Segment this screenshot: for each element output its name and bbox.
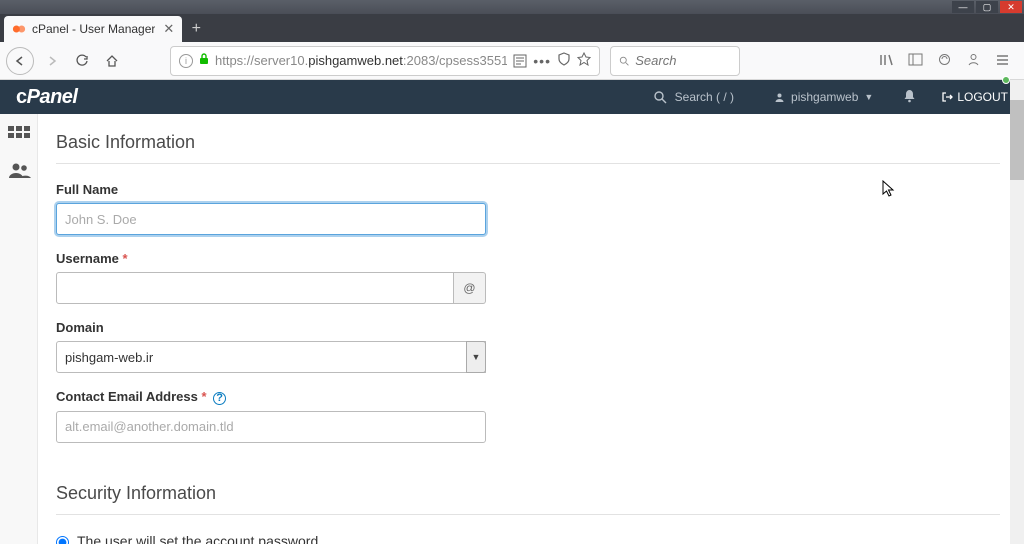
divider [56, 163, 1000, 164]
lock-icon [199, 53, 209, 68]
scrollbar-thumb[interactable] [1010, 100, 1024, 180]
url-text: https://server10.pishgamweb.net:2083/cps… [215, 53, 507, 68]
help-icon[interactable]: ? [213, 392, 226, 405]
user-icon [774, 92, 785, 103]
domain-select[interactable]: pishgam-web.ir [56, 341, 486, 373]
shield-icon[interactable] [557, 52, 571, 69]
search-icon [619, 55, 629, 67]
chevron-down-icon[interactable]: ▼ [466, 341, 486, 373]
tab-title: cPanel - User Manager [32, 22, 155, 36]
domain-value: pishgam-web.ir [65, 350, 153, 365]
divider [56, 514, 1000, 515]
apps-grid-icon[interactable] [8, 126, 30, 144]
logout-label: LOGOUT [957, 90, 1008, 104]
search-icon [654, 91, 667, 104]
reload-button[interactable] [70, 49, 94, 73]
browser-search-input[interactable] [635, 53, 731, 68]
email-label: Contact Email Address * ? [56, 389, 486, 405]
full-name-input[interactable] [56, 203, 486, 235]
tab-close-icon[interactable]: ✕ [163, 21, 174, 37]
chevron-down-icon: ▼ [864, 92, 873, 102]
bookmark-star-icon[interactable] [577, 52, 591, 69]
logout-icon [941, 91, 953, 103]
domain-label: Domain [56, 320, 486, 335]
basic-info-title: Basic Information [56, 132, 1000, 153]
logout-button[interactable]: LOGOUT [941, 90, 1008, 104]
menu-icon[interactable] [995, 52, 1010, 70]
new-tab-button[interactable]: + [182, 16, 210, 42]
window-close-button[interactable]: ✕ [1000, 1, 1022, 13]
account-icon[interactable] [966, 52, 981, 70]
scrollbar[interactable] [1010, 80, 1024, 544]
header-search[interactable]: Search ( / ) [654, 90, 734, 104]
browser-nav-bar: i https://server10.pishgamweb.net:2083/c… [0, 42, 1024, 80]
forward-button[interactable] [40, 49, 64, 73]
password-option-user-radio[interactable] [56, 536, 69, 544]
header-search-label: Search ( / ) [675, 90, 734, 104]
browser-tab-strip: cPanel - User Manager ✕ + [0, 14, 1024, 42]
browser-search-bar[interactable] [610, 46, 740, 76]
bell-icon[interactable] [903, 89, 916, 106]
cpanel-logo[interactable]: cPanel [16, 86, 77, 109]
home-button[interactable] [100, 49, 124, 73]
full-name-label: Full Name [56, 182, 486, 197]
left-rail [0, 114, 38, 544]
window-minimize-button[interactable]: — [952, 1, 974, 13]
reader-mode-icon[interactable] [513, 54, 527, 68]
window-title-bar: — ▢ ✕ [0, 0, 1024, 14]
sidebar-icon[interactable] [908, 52, 923, 70]
site-info-icon[interactable]: i [179, 54, 193, 68]
address-bar[interactable]: i https://server10.pishgamweb.net:2083/c… [170, 46, 600, 76]
main-content: Basic Information Full Name Username * @… [38, 114, 1024, 544]
username-label: Username * [56, 251, 486, 266]
header-user-menu[interactable]: pishgamweb ▼ [774, 90, 873, 104]
browser-tab[interactable]: cPanel - User Manager ✕ [4, 16, 182, 42]
users-icon[interactable] [8, 162, 30, 180]
page-actions-icon[interactable]: ••• [533, 53, 551, 69]
cpanel-header: cPanel Search ( / ) pishgamweb ▼ LOGOUT [0, 80, 1024, 114]
email-input[interactable] [56, 411, 486, 443]
sync-icon[interactable] [937, 52, 952, 70]
header-username: pishgamweb [791, 90, 858, 104]
cpanel-favicon-icon [12, 22, 26, 36]
at-sign-button[interactable]: @ [454, 272, 486, 304]
library-icon[interactable] [879, 52, 894, 70]
back-button[interactable] [6, 47, 34, 75]
password-option-user-label: The user will set the account password. [77, 533, 322, 544]
window-maximize-button[interactable]: ▢ [976, 1, 998, 13]
security-info-title: Security Information [56, 483, 1000, 504]
username-input[interactable] [56, 272, 454, 304]
